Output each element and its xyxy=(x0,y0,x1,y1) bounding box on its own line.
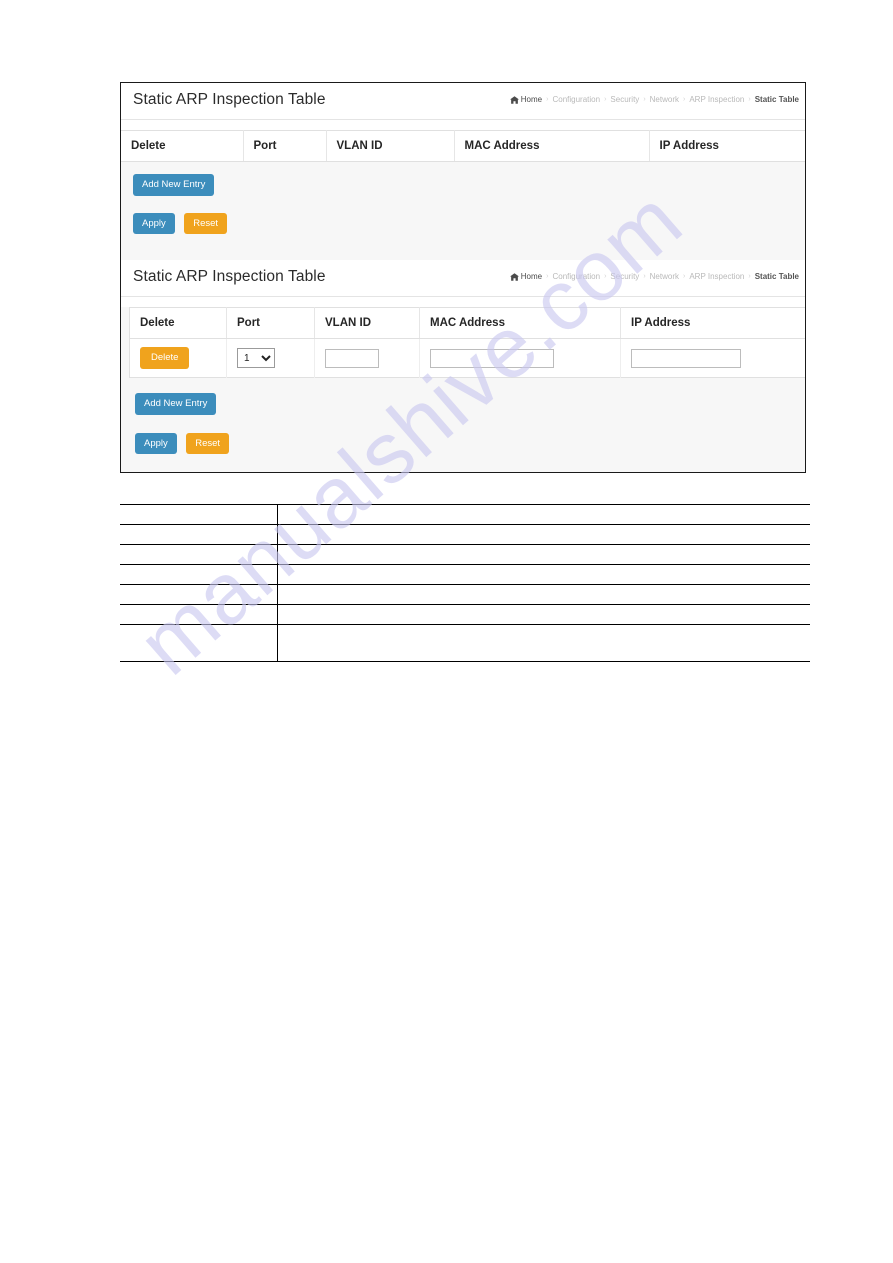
column-header-ip-address: IP Address xyxy=(649,130,805,162)
cell-ip-address xyxy=(620,338,805,378)
panel-body: Delete Port VLAN ID MAC Address IP Addre… xyxy=(121,307,805,472)
cell-label xyxy=(120,564,278,585)
breadcrumb-separator: › xyxy=(546,96,549,103)
cell-label xyxy=(120,504,278,525)
table-row xyxy=(120,524,810,545)
cell-label xyxy=(120,604,278,625)
cell-delete: Delete xyxy=(129,338,227,378)
port-select[interactable]: 1 xyxy=(237,348,275,369)
column-header-port: Port xyxy=(243,130,327,162)
panel-body: Delete Port VLAN ID MAC Address IP Addre… xyxy=(121,130,805,260)
breadcrumb-item-home[interactable]: Home xyxy=(509,95,543,104)
cell-label xyxy=(120,524,278,545)
home-icon xyxy=(509,273,519,281)
cell-vlan-id xyxy=(314,338,420,378)
mac-address-input[interactable] xyxy=(430,349,554,368)
column-header-delete: Delete xyxy=(121,130,244,162)
column-header-vlan-id: VLAN ID xyxy=(314,307,420,339)
breadcrumb-item-security[interactable]: Security xyxy=(610,272,639,281)
breadcrumb-separator: › xyxy=(748,96,751,103)
table-row xyxy=(120,504,810,525)
breadcrumb-item-network[interactable]: Network xyxy=(650,95,679,104)
panel-header: Static ARP Inspection Table Home › Confi… xyxy=(121,83,805,120)
add-entry-row: Add New Entry xyxy=(121,162,805,196)
column-header-port: Port xyxy=(226,307,315,339)
cell-description xyxy=(277,624,810,662)
breadcrumb-label-home: Home xyxy=(520,272,543,281)
cell-description xyxy=(277,504,810,525)
breadcrumb-item-home[interactable]: Home xyxy=(509,272,543,281)
cell-port: 1 xyxy=(226,338,315,378)
table-row: Delete 1 xyxy=(129,338,805,378)
cell-label xyxy=(120,624,278,662)
breadcrumb-item-arp-inspection[interactable]: ARP Inspection xyxy=(689,95,744,104)
breadcrumb-separator: › xyxy=(604,96,607,103)
apply-button[interactable]: Apply xyxy=(135,432,177,454)
breadcrumb-item-network[interactable]: Network xyxy=(650,272,679,281)
breadcrumb-item-configuration[interactable]: Configuration xyxy=(552,95,600,104)
cell-description xyxy=(277,524,810,545)
table-row xyxy=(120,604,810,625)
ip-address-input[interactable] xyxy=(631,349,741,368)
cell-label xyxy=(120,544,278,565)
cell-description xyxy=(277,584,810,605)
description-table xyxy=(120,504,810,662)
column-header-ip-address: IP Address xyxy=(620,307,805,339)
table-row xyxy=(120,584,810,605)
column-header-delete: Delete xyxy=(129,307,227,339)
static-arp-table: Delete Port VLAN ID MAC Address IP Addre… xyxy=(129,307,805,378)
description-table-body xyxy=(120,504,810,662)
panel-static-arp-inspection-with-entry: Static ARP Inspection Table Home › Confi… xyxy=(121,260,805,472)
reset-button[interactable]: Reset xyxy=(184,212,228,234)
column-header-mac-address: MAC Address xyxy=(419,307,621,339)
form-action-row: Apply Reset xyxy=(121,415,805,454)
breadcrumb-separator: › xyxy=(683,96,686,103)
column-header-vlan-id: VLAN ID xyxy=(326,130,455,162)
breadcrumb-item-security[interactable]: Security xyxy=(610,95,639,104)
panel-static-arp-inspection-empty: Static ARP Inspection Table Home › Confi… xyxy=(121,83,805,260)
breadcrumb-separator: › xyxy=(604,273,607,280)
apply-button[interactable]: Apply xyxy=(133,212,175,234)
vlan-id-input[interactable] xyxy=(325,349,379,368)
add-new-entry-button[interactable]: Add New Entry xyxy=(133,174,215,196)
breadcrumb-separator: › xyxy=(643,96,646,103)
cell-description xyxy=(277,544,810,565)
breadcrumb-item-configuration[interactable]: Configuration xyxy=(552,272,600,281)
table-row xyxy=(120,544,810,565)
add-entry-row: Add New Entry xyxy=(121,378,805,415)
page-title: Static ARP Inspection Table xyxy=(133,268,326,285)
static-arp-table: Delete Port VLAN ID MAC Address IP Addre… xyxy=(121,130,805,162)
breadcrumb-item-arp-inspection[interactable]: ARP Inspection xyxy=(689,272,744,281)
panel-header: Static ARP Inspection Table Home › Confi… xyxy=(121,260,805,297)
delete-row-button[interactable]: Delete xyxy=(140,347,190,369)
table-row xyxy=(120,624,810,662)
breadcrumb-separator: › xyxy=(683,273,686,280)
breadcrumb: Home › Configuration › Security › Networ… xyxy=(509,272,799,281)
page-title: Static ARP Inspection Table xyxy=(133,91,326,108)
cell-description xyxy=(277,604,810,625)
breadcrumb-item-static-table: Static Table xyxy=(754,272,799,281)
breadcrumb: Home › Configuration › Security › Networ… xyxy=(509,95,799,104)
form-action-row: Apply Reset xyxy=(121,196,805,234)
breadcrumb-item-static-table: Static Table xyxy=(754,95,799,104)
table-row xyxy=(120,564,810,585)
table-header-row: Delete Port VLAN ID MAC Address IP Addre… xyxy=(121,130,805,162)
add-new-entry-button[interactable]: Add New Entry xyxy=(135,393,217,415)
reset-button[interactable]: Reset xyxy=(186,432,230,454)
cell-description xyxy=(277,564,810,585)
column-header-mac-address: MAC Address xyxy=(454,130,650,162)
table-header-row: Delete Port VLAN ID MAC Address IP Addre… xyxy=(129,307,805,339)
home-icon xyxy=(509,96,519,104)
breadcrumb-separator: › xyxy=(643,273,646,280)
breadcrumb-separator: › xyxy=(748,273,751,280)
embedded-screenshot: Static ARP Inspection Table Home › Confi… xyxy=(120,82,806,473)
breadcrumb-separator: › xyxy=(546,273,549,280)
cell-mac-address xyxy=(419,338,621,378)
breadcrumb-label-home: Home xyxy=(520,95,543,104)
cell-label xyxy=(120,584,278,605)
